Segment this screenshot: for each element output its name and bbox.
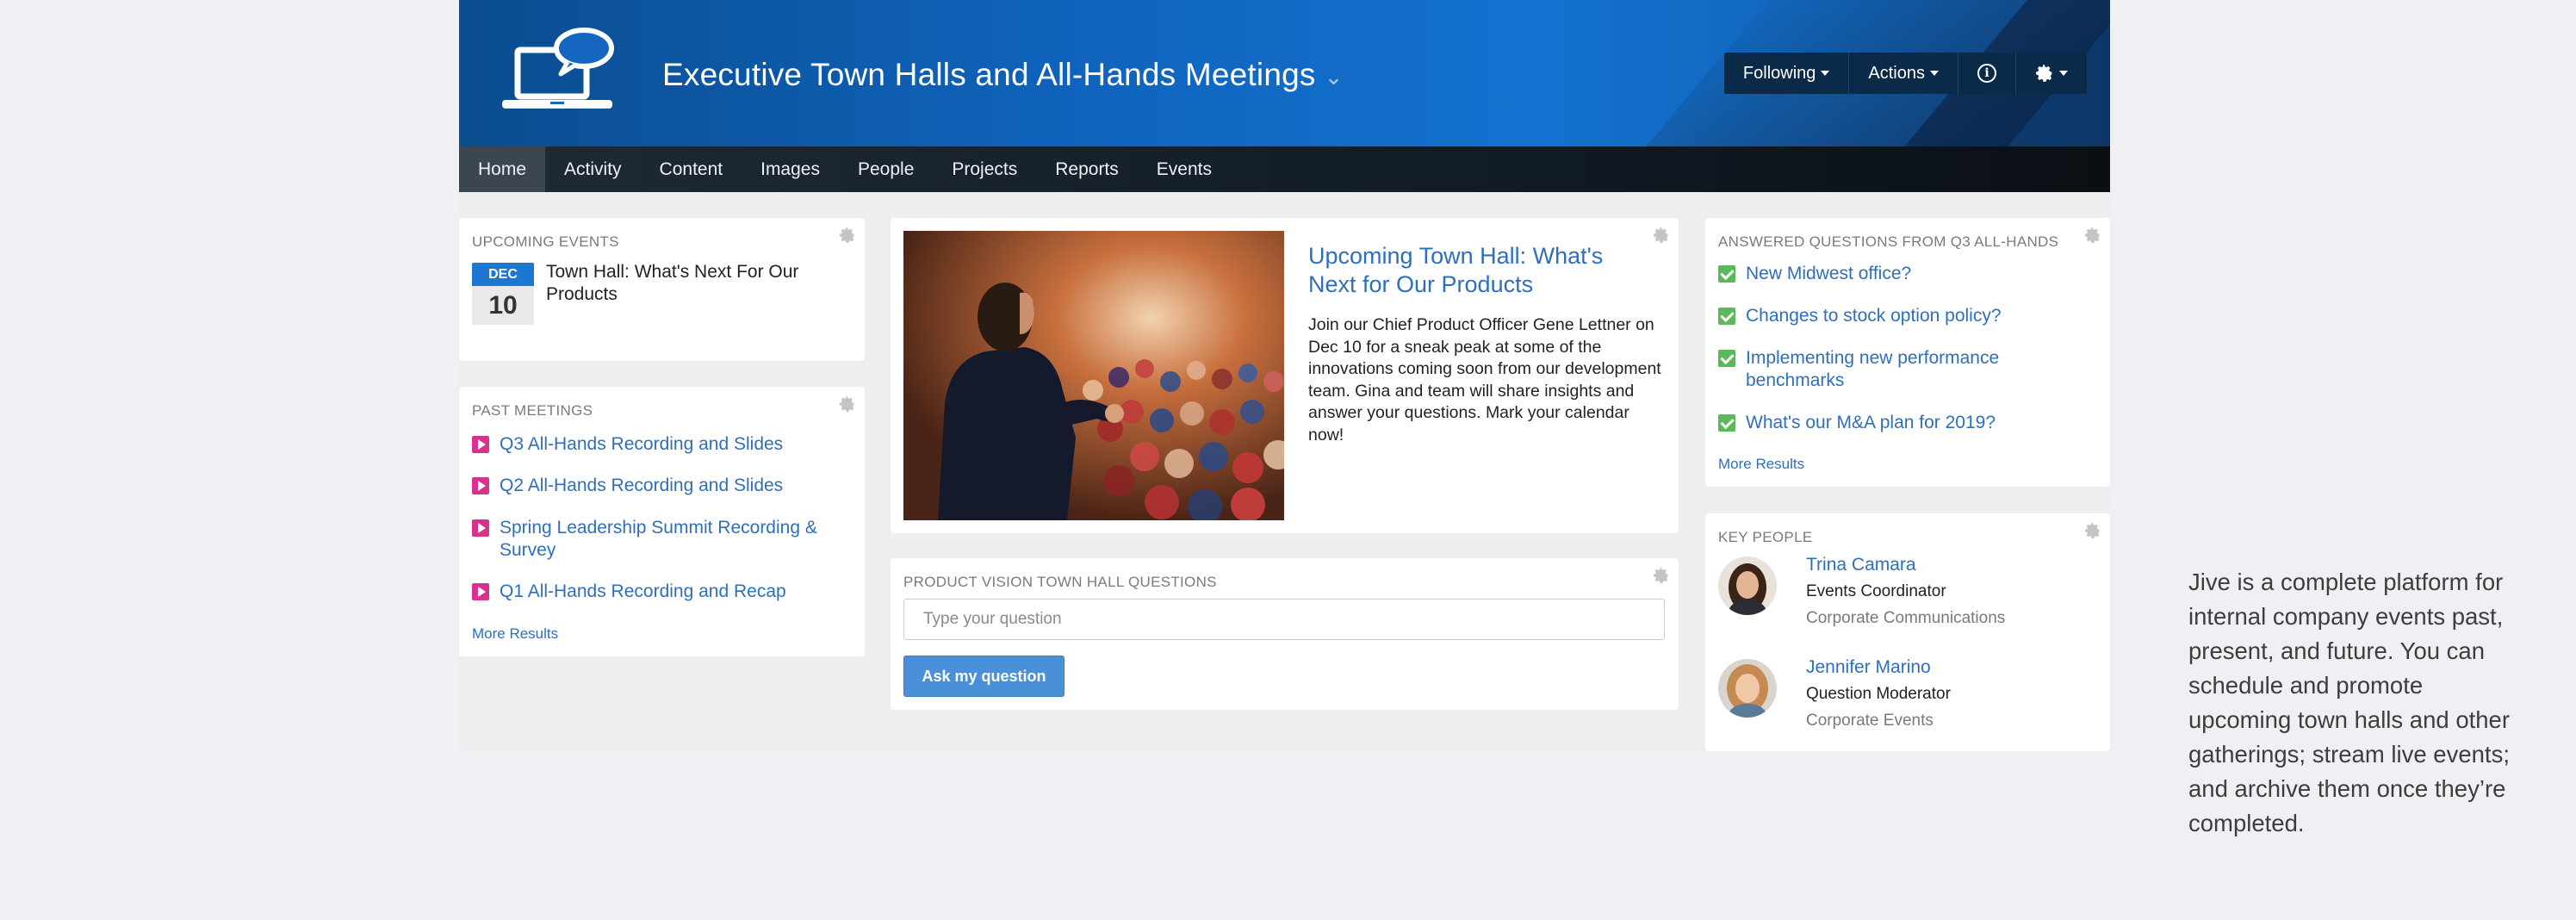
nav-item-activity[interactable]: Activity <box>545 146 641 192</box>
nav-item-reports[interactable]: Reports <box>1036 146 1138 192</box>
answered-question-link[interactable]: Changes to stock option policy? <box>1746 305 2073 327</box>
laptop-chat-icon <box>502 28 614 109</box>
avatar-image <box>1718 556 1777 615</box>
person-name-link[interactable]: Jennifer Marino <box>1806 657 1931 678</box>
event-title-link[interactable]: Town Hall: What's Next For Our Products <box>546 261 839 306</box>
widget-heading: UPCOMING EVENTS <box>472 233 619 250</box>
past-meeting-link[interactable]: Q1 All-Hands Recording and Recap <box>500 581 840 603</box>
list-item[interactable]: Q3 All-Hands Recording and Slides <box>472 433 840 456</box>
past-meeting-link[interactable]: Spring Leadership Summit Recording & Sur… <box>500 517 840 562</box>
nav-item-projects[interactable]: Projects <box>933 146 1036 192</box>
past-meeting-link[interactable]: Q2 All-Hands Recording and Slides <box>500 475 840 497</box>
nav-item-images[interactable]: Images <box>742 146 839 192</box>
list-item[interactable]: Spring Leadership Summit Recording & Sur… <box>472 517 840 562</box>
nav-item-content[interactable]: Content <box>641 146 742 192</box>
person-department: Corporate Events <box>1806 712 1934 730</box>
list-item[interactable]: Q1 All-Hands Recording and Recap <box>472 581 840 603</box>
place-title[interactable]: Executive Town Halls and All-Hands Meeti… <box>662 57 1344 93</box>
person-department: Corporate Communications <box>1806 609 2006 627</box>
upcoming-events-widget: UPCOMING EVENTS DEC 10 Town Hall: What's… <box>459 218 865 361</box>
avatar[interactable] <box>1718 556 1777 615</box>
avatar-image <box>1718 659 1777 718</box>
app-window: Executive Town Halls and All-Hands Meeti… <box>459 0 2110 751</box>
list-item[interactable]: Q2 All-Hands Recording and Slides <box>472 475 840 497</box>
widget-heading: ANSWERED QUESTIONS FROM Q3 ALL-HANDS <box>1718 233 2059 250</box>
caret-down-icon <box>1821 71 1830 76</box>
gear-icon[interactable] <box>1653 227 1670 244</box>
event-day: 10 <box>488 290 518 320</box>
video-play-icon <box>472 583 489 600</box>
answered-questions-widget: ANSWERED QUESTIONS FROM Q3 ALL-HANDS New… <box>1705 218 2110 487</box>
avatar[interactable] <box>1718 659 1777 718</box>
person-card: Trina Camara Events Coordinator Corporat… <box>1718 555 2097 650</box>
question-input[interactable] <box>904 600 1664 639</box>
list-item[interactable]: Changes to stock option policy? <box>1718 305 2073 327</box>
more-results-link[interactable]: More Results <box>472 625 558 643</box>
actions-button-label: Actions <box>1868 63 1925 83</box>
marketing-caption: Jive is a complete platform for internal… <box>2188 569 2511 836</box>
widget-heading: KEY PEOPLE <box>1718 529 1813 545</box>
speaker-audience-image <box>903 231 1284 520</box>
featured-event-widget: Upcoming Town Hall: What's Next for Our … <box>891 218 1679 533</box>
person-role: Events Coordinator <box>1806 582 1946 600</box>
check-icon <box>1718 265 1735 283</box>
video-play-icon <box>472 436 489 453</box>
nav-item-events[interactable]: Events <box>1138 146 1231 192</box>
place-actions-bar: Following Actions i <box>1723 53 2087 94</box>
video-play-icon <box>472 477 489 494</box>
place-title-text: Executive Town Halls and All-Hands Meeti… <box>662 57 1316 92</box>
nav-item-home[interactable]: Home <box>459 146 546 192</box>
answered-question-link[interactable]: Implementing new performance benchmarks <box>1746 347 2073 392</box>
event-month: DEC <box>472 263 534 286</box>
following-button[interactable]: Following <box>1724 53 1850 94</box>
gear-icon[interactable] <box>839 227 856 244</box>
question-input-wrapper <box>903 599 1665 640</box>
check-icon <box>1718 414 1735 432</box>
answered-question-link[interactable]: New Midwest office? <box>1746 263 2073 285</box>
answered-question-link[interactable]: What's our M&A plan for 2019? <box>1746 412 2073 434</box>
settings-button[interactable] <box>2016 53 2087 94</box>
info-icon: i <box>1977 64 1996 83</box>
list-item[interactable]: New Midwest office? <box>1718 263 2073 285</box>
person-card: Jennifer Marino Question Moderator Corpo… <box>1718 657 2097 752</box>
featured-event-title-link[interactable]: Upcoming Town Hall: What's Next for Our … <box>1308 242 1653 299</box>
gear-icon <box>2036 65 2052 82</box>
check-icon <box>1718 350 1735 367</box>
check-icon <box>1718 308 1735 325</box>
place-nav: Home Activity Content Images People Proj… <box>459 146 2110 192</box>
event-date-badge: DEC 10 <box>472 263 534 325</box>
chevron-down-icon[interactable]: ⌄ <box>1325 64 1344 90</box>
featured-event-description: Join our Chief Product Officer Gene Lett… <box>1308 315 1661 444</box>
town-hall-photo[interactable] <box>903 231 1284 520</box>
person-name-link[interactable]: Trina Camara <box>1806 555 1916 575</box>
list-item[interactable]: What's our M&A plan for 2019? <box>1718 412 2073 434</box>
gear-icon[interactable] <box>2084 522 2101 539</box>
video-play-icon <box>472 519 489 537</box>
caret-down-icon <box>1930 71 1939 76</box>
gear-icon[interactable] <box>839 395 856 413</box>
key-people-widget: KEY PEOPLE Trina Camara Events Coordinat… <box>1705 513 2110 751</box>
questions-widget: PRODUCT VISION TOWN HALL QUESTIONS Ask m… <box>891 558 1679 710</box>
place-banner: Executive Town Halls and All-Hands Meeti… <box>459 0 2110 146</box>
gear-icon[interactable] <box>1653 567 1670 584</box>
more-results-link[interactable]: More Results <box>1718 456 1804 473</box>
past-meeting-link[interactable]: Q3 All-Hands Recording and Slides <box>500 433 840 456</box>
info-button[interactable]: i <box>1958 53 2016 94</box>
caret-down-icon <box>2059 71 2068 76</box>
list-item[interactable]: Implementing new performance benchmarks <box>1718 347 2073 392</box>
person-role: Question Moderator <box>1806 685 1951 703</box>
widget-heading: PAST MEETINGS <box>472 402 593 419</box>
actions-button[interactable]: Actions <box>1849 53 1958 94</box>
widget-heading: PRODUCT VISION TOWN HALL QUESTIONS <box>903 574 1217 590</box>
nav-item-people[interactable]: People <box>839 146 933 192</box>
gear-icon[interactable] <box>2084 227 2101 244</box>
past-meetings-widget: PAST MEETINGS Q3 All-Hands Recording and… <box>459 387 865 656</box>
ask-question-button[interactable]: Ask my question <box>903 656 1065 697</box>
following-button-label: Following <box>1742 63 1816 83</box>
